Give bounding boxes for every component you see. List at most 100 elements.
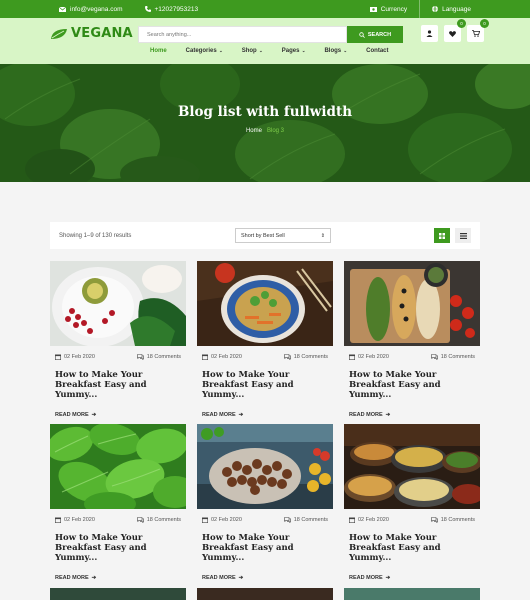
post-image-link[interactable] bbox=[197, 588, 333, 600]
read-more-link[interactable]: READ MORE ➔ bbox=[50, 412, 186, 418]
chevron-down-icon: ⌄ bbox=[300, 48, 306, 53]
post-comments-text: 18 Comments bbox=[440, 354, 475, 360]
post-image-link[interactable] bbox=[197, 424, 333, 509]
post-title[interactable]: How to Make Your Breakfast Easy and Yumm… bbox=[344, 533, 480, 563]
post-comments[interactable]: 18 Comments bbox=[430, 517, 475, 523]
blog-card: 02 Feb 2020 18 Comments How to Make Your… bbox=[50, 261, 186, 418]
post-comments[interactable]: 18 Comments bbox=[283, 517, 328, 523]
post-image-link[interactable] bbox=[50, 424, 186, 509]
header-icons: 0 0 bbox=[421, 19, 489, 42]
search-bar: Search anything... SEARCH bbox=[138, 26, 403, 43]
email-text: info@vegana.com bbox=[70, 5, 123, 13]
spinach-leaves-image bbox=[50, 424, 186, 509]
search-button[interactable]: SEARCH bbox=[347, 26, 403, 43]
read-more-link[interactable]: READ MORE ➔ bbox=[344, 412, 480, 418]
wishlist-count-badge: 0 bbox=[457, 19, 466, 28]
search-icon bbox=[359, 31, 365, 38]
blog-card-partial bbox=[197, 588, 333, 600]
nav-pages-label: Pages bbox=[281, 48, 300, 54]
brand-logo[interactable]: VEGANA bbox=[50, 26, 133, 41]
calendar-icon bbox=[55, 517, 61, 523]
read-more-link[interactable]: READ MORE ➔ bbox=[197, 412, 333, 418]
read-more-link[interactable]: READ MORE ➔ bbox=[197, 575, 333, 581]
post-image-link[interactable] bbox=[50, 261, 186, 346]
comments-icon bbox=[283, 517, 291, 523]
read-more-label: READ MORE bbox=[202, 412, 236, 418]
calendar-icon bbox=[202, 517, 208, 523]
pomegranate-plate-image bbox=[50, 261, 186, 346]
food-bowls-image bbox=[344, 424, 480, 509]
nav-blogs-label: Blogs bbox=[324, 48, 342, 54]
site-header: VEGANA Search anything... SEARCH 0 0 Hom… bbox=[0, 18, 530, 64]
post-title[interactable]: How to Make Your Breakfast Easy and Yumm… bbox=[344, 370, 480, 400]
arrow-right-icon: ➔ bbox=[385, 412, 391, 418]
read-more-label: READ MORE bbox=[202, 575, 236, 581]
post-meta: 02 Feb 2020 18 Comments bbox=[197, 517, 333, 523]
search-input[interactable]: Search anything... bbox=[138, 26, 347, 43]
vegetable-noodle-bowl-image bbox=[197, 261, 333, 346]
nav-shop[interactable]: Shop ⌄ bbox=[242, 48, 263, 54]
post-image-link[interactable] bbox=[344, 424, 480, 509]
currency-label: Currency bbox=[380, 5, 408, 13]
post-comments[interactable]: 18 Comments bbox=[430, 354, 475, 360]
account-button[interactable] bbox=[421, 25, 438, 42]
post-date: 02 Feb 2020 bbox=[202, 354, 242, 360]
comments-icon bbox=[283, 354, 291, 360]
comments-icon bbox=[136, 517, 144, 523]
grid-view-button[interactable] bbox=[434, 228, 450, 243]
comments-icon bbox=[430, 354, 438, 360]
breadcrumb-current: Blog 3 bbox=[267, 128, 285, 134]
toast-platter-image bbox=[344, 261, 480, 346]
read-more-label: READ MORE bbox=[349, 412, 383, 418]
nav-categories[interactable]: Categories ⌄ bbox=[186, 48, 223, 54]
post-comments-text: 18 Comments bbox=[293, 517, 328, 523]
post-meta: 02 Feb 2020 18 Comments bbox=[197, 354, 333, 360]
arrow-right-icon: ➔ bbox=[238, 412, 244, 418]
language-label: Language bbox=[442, 5, 471, 13]
post-title[interactable]: How to Make Your Breakfast Easy and Yumm… bbox=[197, 370, 333, 400]
sort-selected-value: Short by Best Sell bbox=[241, 232, 285, 239]
read-more-link[interactable]: READ MORE ➔ bbox=[344, 575, 480, 581]
brand-name: VEGANA bbox=[71, 26, 133, 41]
post-comments[interactable]: 18 Comments bbox=[136, 354, 181, 360]
post-date: 02 Feb 2020 bbox=[55, 354, 95, 360]
calendar-icon bbox=[349, 354, 355, 360]
post-title[interactable]: How to Make Your Breakfast Easy and Yumm… bbox=[50, 533, 186, 563]
topbar-divider bbox=[419, 0, 421, 18]
cart-button[interactable]: 0 bbox=[467, 19, 489, 42]
post-image-link[interactable] bbox=[344, 261, 480, 346]
phone-icon bbox=[144, 6, 151, 12]
blog-card-partial bbox=[344, 588, 480, 600]
post-title[interactable]: How to Make Your Breakfast Easy and Yumm… bbox=[50, 370, 186, 400]
email-contact[interactable]: info@vegana.com bbox=[59, 6, 123, 13]
post-date-text: 02 Feb 2020 bbox=[211, 354, 242, 360]
nav-blogs[interactable]: Blogs ⌄ bbox=[324, 48, 347, 54]
nav-contact[interactable]: Contact bbox=[366, 48, 388, 54]
phone-contact[interactable]: +12027953213 bbox=[144, 5, 199, 13]
post-title[interactable]: How to Make Your Breakfast Easy and Yumm… bbox=[197, 533, 333, 563]
post-comments[interactable]: 18 Comments bbox=[136, 517, 181, 523]
list-view-button[interactable] bbox=[455, 228, 471, 243]
read-more-link[interactable]: READ MORE ➔ bbox=[50, 575, 186, 581]
post-image-link[interactable] bbox=[197, 261, 333, 346]
post-image-link[interactable] bbox=[344, 588, 480, 600]
leaf-logo-icon bbox=[51, 28, 67, 39]
post-date: 02 Feb 2020 bbox=[55, 517, 95, 523]
wishlist-button[interactable]: 0 bbox=[444, 19, 466, 42]
post-date-text: 02 Feb 2020 bbox=[64, 517, 95, 523]
post-image-link[interactable] bbox=[50, 588, 186, 600]
nav-shop-label: Shop bbox=[241, 48, 257, 54]
sort-select[interactable]: Short by Best Sell ⇕ bbox=[235, 228, 331, 243]
currency-selector[interactable]: Currency bbox=[369, 5, 408, 13]
post-date-text: 02 Feb 2020 bbox=[64, 354, 95, 360]
language-selector[interactable]: Language bbox=[432, 6, 471, 13]
breadcrumb-home[interactable]: Home bbox=[246, 128, 262, 134]
blog-card: 02 Feb 2020 18 Comments How to Make Your… bbox=[344, 424, 480, 581]
nav-pages[interactable]: Pages ⌄ bbox=[282, 48, 306, 54]
phone-text: +12027953213 bbox=[154, 5, 199, 13]
main-nav: Home Categories ⌄ Shop ⌄ Pages ⌄ Blogs ⌄… bbox=[150, 48, 389, 54]
calendar-icon bbox=[55, 354, 61, 360]
post-comments[interactable]: 18 Comments bbox=[283, 354, 328, 360]
nav-home[interactable]: Home bbox=[150, 48, 167, 54]
user-icon bbox=[426, 30, 433, 37]
